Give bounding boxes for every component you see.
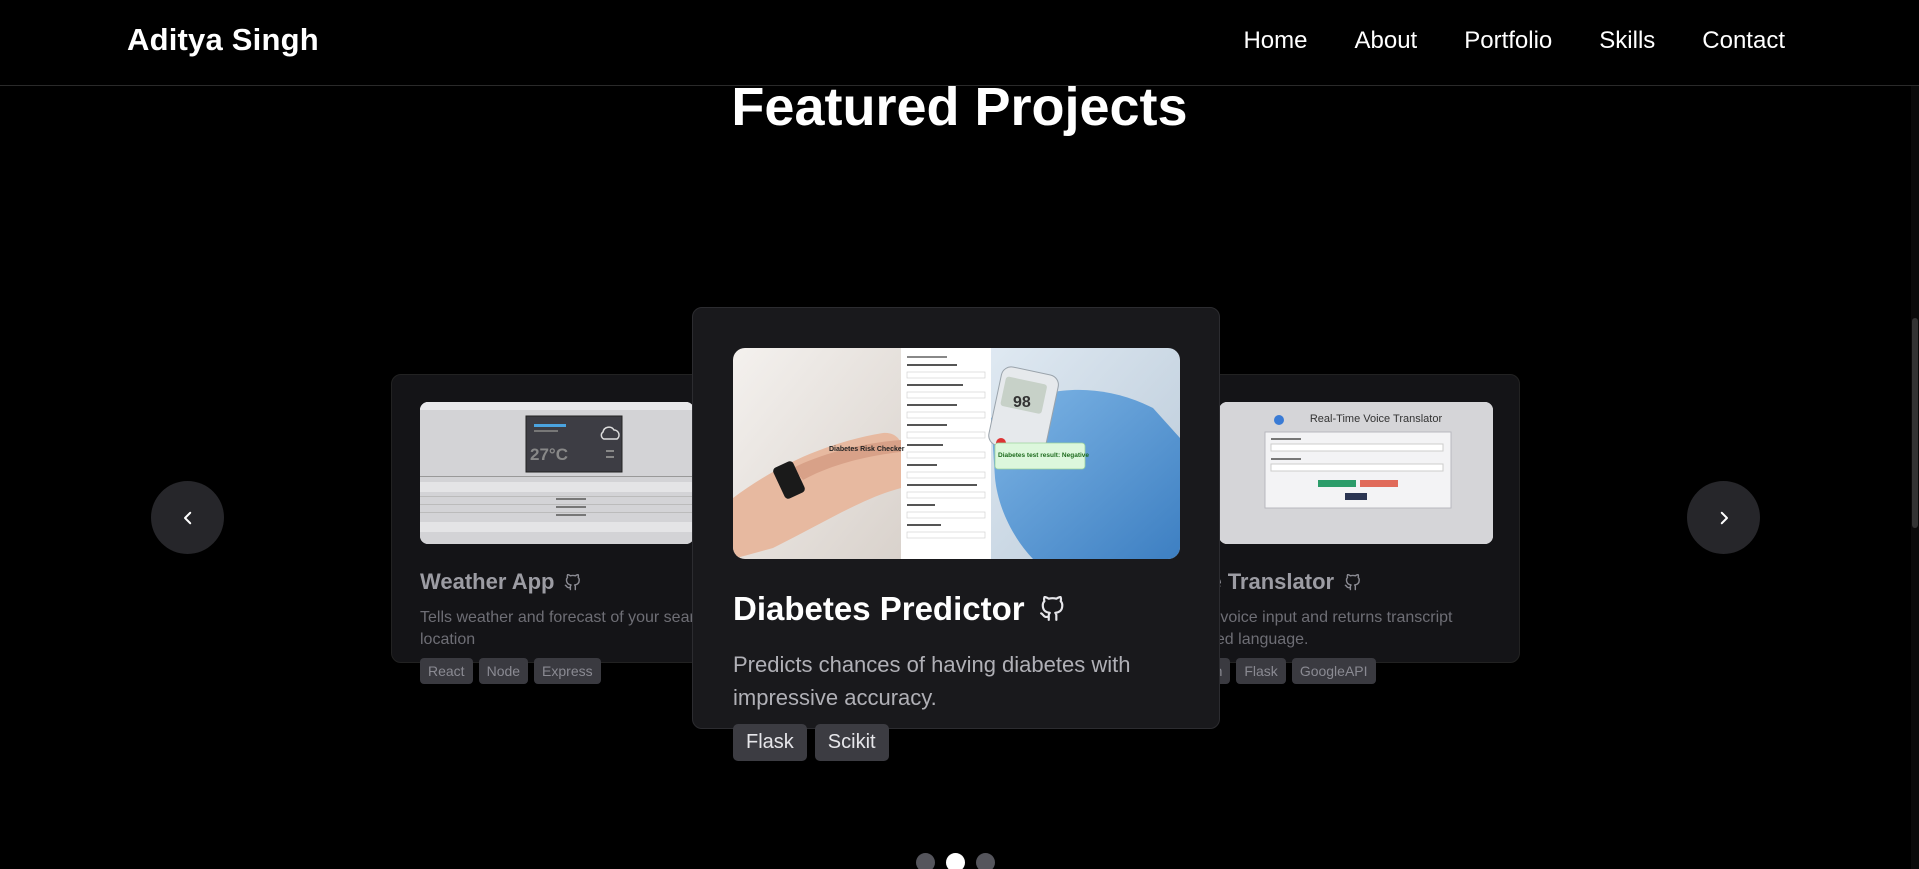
nav-portfolio[interactable]: Portfolio (1464, 27, 1552, 55)
carousel-dot-2[interactable] (946, 853, 965, 869)
nav-about[interactable]: About (1355, 27, 1418, 55)
project-tags-diabetes: Flask Scikit (733, 724, 889, 761)
meter-value: 98 (1013, 394, 1031, 411)
diabetes-preview-graphic (733, 348, 1180, 559)
tag: Flask (733, 724, 807, 761)
test-result: Diabetes test result: Negative (998, 452, 1090, 459)
carousel-dot-3[interactable] (976, 853, 995, 869)
github-icon[interactable] (564, 573, 581, 591)
project-desc-diabetes: Predicts chances of having diabetes with… (733, 652, 1131, 710)
tag: Flask (1236, 658, 1286, 684)
project-image-weather: 27°C (420, 402, 694, 544)
nav-skills[interactable]: Skills (1599, 27, 1655, 55)
project-card-diabetes[interactable]: Diabetes Risk Checker 98 Diabetes test r… (692, 307, 1220, 761)
scrollbar-track[interactable] (1911, 0, 1919, 869)
project-desc-translator: s in voice input and returns transcript … (1191, 609, 1453, 648)
project-image-diabetes: Diabetes Risk Checker 98 Diabetes test r… (733, 348, 1180, 559)
carousel-next-button[interactable] (1687, 481, 1760, 554)
github-icon[interactable] (1344, 573, 1361, 591)
nav-contact[interactable]: Contact (1702, 27, 1785, 55)
chevron-right-icon (1720, 511, 1728, 524)
tag: Scikit (814, 724, 889, 761)
carousel-prev-button[interactable] (151, 481, 224, 554)
tag: Node (478, 658, 529, 684)
project-title-weather: Weather App (420, 569, 581, 595)
project-desc-weather: Tells weather and forecast of your searc… (420, 609, 703, 648)
nav-home[interactable]: Home (1243, 27, 1307, 55)
project-card-weather[interactable]: 27°C Weather App Tells weather and forec… (391, 374, 707, 684)
project-card-translator[interactable]: Real-Time Voice Translator ice Translato… (1191, 374, 1520, 684)
project-tags-weather: React Node Express (420, 658, 601, 684)
nav-links: Home About Portfolio Skills Contact (1196, 27, 1785, 55)
project-title-text: Weather App (420, 569, 555, 594)
tag: GoogleAPI (1291, 658, 1376, 684)
tag: React (420, 658, 473, 684)
carousel-dots (916, 853, 995, 869)
weather-temperature: 27°C (530, 445, 568, 464)
translator-app-title: Real-Time Voice Translator (1309, 413, 1443, 425)
brand-name[interactable]: Aditya Singh (127, 22, 319, 58)
carousel-dot-1[interactable] (916, 853, 935, 869)
weather-preview-graphic (420, 402, 694, 544)
form-title: Diabetes Risk Checker (829, 446, 905, 453)
project-image-translator: Real-Time Voice Translator (1219, 402, 1493, 544)
navbar: Aditya Singh Home About Portfolio Skills… (0, 0, 1919, 86)
project-title-text: Diabetes Predictor (733, 590, 1025, 627)
scrollbar-thumb[interactable] (1912, 318, 1918, 528)
project-title-diabetes: Diabetes Predictor (733, 590, 1065, 628)
chevron-left-icon (183, 511, 191, 524)
github-icon[interactable] (1039, 596, 1065, 622)
tag: Express (534, 658, 601, 684)
